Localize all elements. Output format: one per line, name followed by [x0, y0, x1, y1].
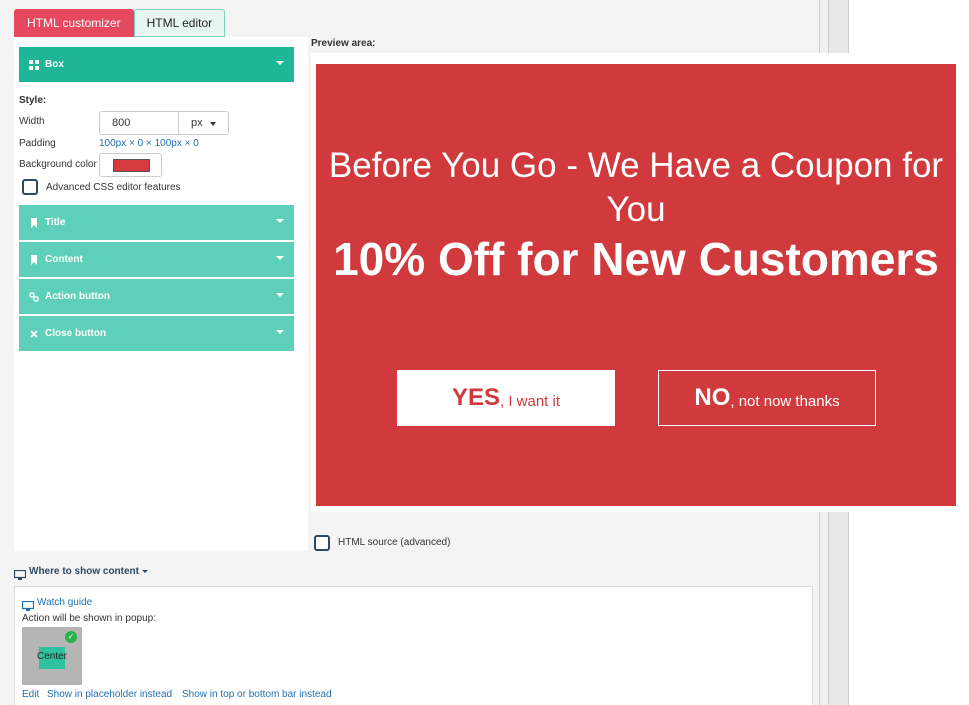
monitor-icon [21, 598, 35, 611]
show-in-placeholder-link[interactable]: Show in placeholder instead [47, 689, 172, 700]
style-heading: Style: [19, 95, 47, 106]
editor-tabs: HTML customizer HTML editor [14, 9, 226, 37]
link-icon [29, 291, 39, 302]
section-close-button-header[interactable]: Close button [19, 316, 294, 351]
preview-area-label: Preview area: [311, 38, 376, 49]
close-icon [29, 329, 39, 339]
edit-link[interactable]: Edit [22, 689, 39, 700]
section-title-label: Title [45, 217, 66, 228]
chevron-down-icon [210, 122, 216, 126]
html-source-label: HTML source (advanced) [338, 537, 451, 548]
where-to-show-panel [14, 586, 813, 705]
no-button[interactable]: NO , not now thanks [658, 370, 876, 426]
grid-icon [29, 59, 39, 70]
unit-value: px [191, 117, 203, 129]
section-close-button-label: Close button [45, 328, 107, 339]
section-action-button-header[interactable]: Action button [19, 279, 294, 314]
chevron-down-icon [276, 61, 284, 65]
chevron-down-icon [142, 570, 148, 573]
width-label: Width [19, 116, 45, 127]
section-action-button-label: Action button [45, 291, 110, 302]
padding-value-link[interactable]: 100px × 0 × 100px × 0 [99, 138, 199, 149]
position-label: Center [37, 651, 68, 662]
section-content-label: Content [45, 254, 83, 265]
watch-guide-label: Watch guide [37, 597, 93, 608]
chevron-down-icon [276, 293, 284, 297]
no-button-strong: NO [694, 384, 731, 411]
section-box-header[interactable]: Box [19, 47, 294, 82]
monitor-icon [13, 567, 27, 580]
bookmark-icon [29, 254, 39, 265]
section-content-header[interactable]: Content [19, 242, 294, 277]
no-button-rest: , not now thanks [730, 392, 840, 410]
advanced-css-checkbox[interactable] [22, 179, 38, 195]
popup-preview: Before You Go - We Have a Coupon for You… [316, 64, 956, 506]
html-source-checkbox[interactable] [314, 535, 330, 551]
show-in-bar-link[interactable]: Show in top or bottom bar instead [182, 689, 332, 700]
color-swatch [113, 159, 150, 172]
popup-subtitle: 10% Off for New Customers [333, 233, 939, 285]
section-box-label: Box [45, 59, 64, 70]
section-title-header[interactable]: Title [19, 205, 294, 240]
chevron-down-icon [276, 219, 284, 223]
yes-button-rest: , I want it [500, 392, 561, 410]
yes-button-strong: YES [451, 384, 500, 411]
popup-title: Before You Go - We Have a Coupon for You [328, 146, 944, 229]
chevron-down-icon [276, 330, 284, 334]
background-color-picker[interactable] [99, 153, 162, 177]
width-input[interactable]: 800 [99, 111, 179, 135]
padding-label: Padding [19, 138, 56, 149]
where-to-show-toggle[interactable]: Where to show content [13, 566, 148, 580]
bookmark-icon [29, 217, 39, 228]
background-color-label: Background color [19, 159, 97, 170]
tab-html-customizer[interactable]: HTML customizer [14, 9, 134, 37]
tab-html-editor[interactable]: HTML editor [133, 9, 226, 37]
advanced-css-label: Advanced CSS editor features [46, 182, 181, 193]
watch-guide-link[interactable]: Watch guide [21, 597, 93, 611]
unit-select[interactable]: px [178, 111, 229, 135]
action-shown-text: Action will be shown in popup: [22, 613, 156, 624]
chevron-down-icon [276, 256, 284, 260]
where-to-show-label: Where to show content [29, 566, 139, 577]
yes-button[interactable]: YES , I want it [397, 370, 615, 426]
check-icon: ✓ [65, 631, 77, 643]
